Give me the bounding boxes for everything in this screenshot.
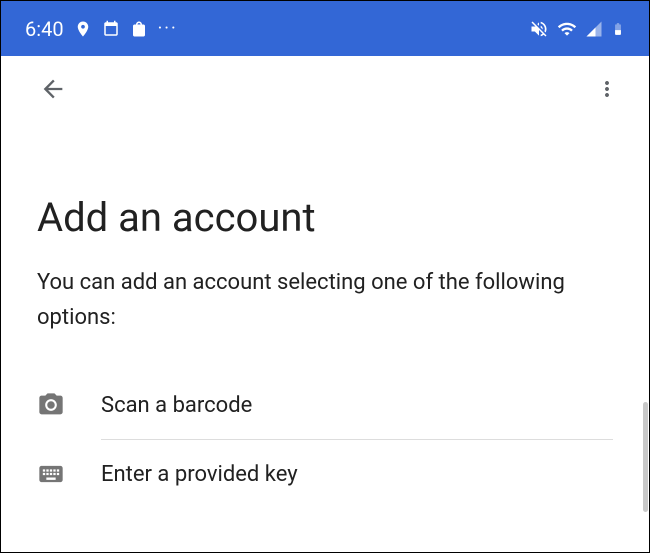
wifi-icon xyxy=(557,19,577,39)
page-subtitle: You can add an account selecting one of … xyxy=(37,265,613,335)
option-scan-label: Scan a barcode xyxy=(101,393,252,418)
camera-icon xyxy=(37,391,65,419)
status-bar: 6:40 ··· xyxy=(1,1,649,56)
maps-icon xyxy=(74,20,92,38)
more-dots-icon: ··· xyxy=(158,18,178,39)
scrollbar-indicator xyxy=(643,402,648,512)
shopping-icon xyxy=(130,20,148,38)
option-enter-key-label: Enter a provided key xyxy=(101,462,298,487)
status-left: 6:40 ··· xyxy=(25,17,178,41)
status-time: 6:40 xyxy=(25,17,64,41)
app-bar xyxy=(1,56,649,126)
option-scan-barcode[interactable]: Scan a barcode xyxy=(37,371,613,439)
page-title: Add an account xyxy=(37,194,613,241)
back-arrow-icon xyxy=(39,88,67,107)
status-right xyxy=(529,19,625,39)
content-area: Add an account You can add an account se… xyxy=(1,126,649,508)
more-vert-icon xyxy=(595,86,619,105)
more-menu-button[interactable] xyxy=(587,69,627,113)
signal-icon xyxy=(585,20,603,38)
option-enter-key[interactable]: Enter a provided key xyxy=(37,440,613,508)
calendar-icon xyxy=(102,20,120,38)
back-button[interactable] xyxy=(31,67,75,115)
battery-icon xyxy=(611,19,625,39)
mute-icon xyxy=(529,19,549,39)
keyboard-icon xyxy=(37,460,65,488)
